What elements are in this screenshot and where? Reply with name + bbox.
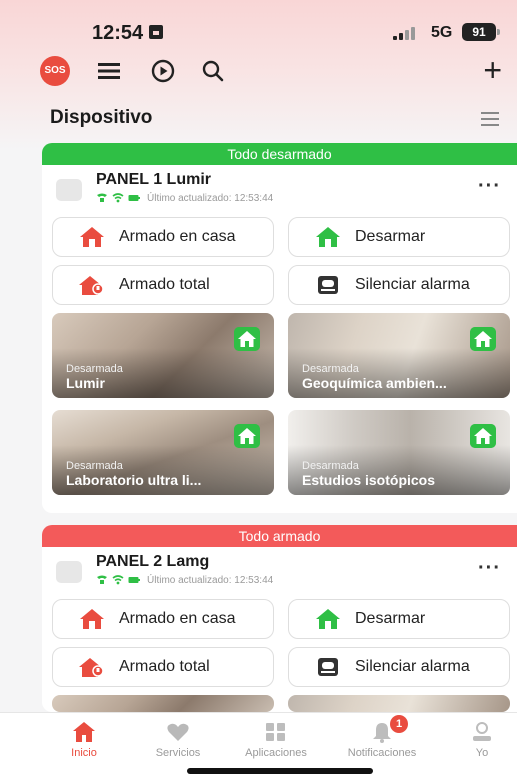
last-updated: Último actualizado: 12:53:44 xyxy=(147,574,274,586)
more-options-icon[interactable]: ··· xyxy=(478,557,501,580)
nav-notificaciones[interactable]: 1 Notificaciones xyxy=(332,715,432,765)
zone-card[interactable] xyxy=(52,695,274,712)
zone-name: Lumir xyxy=(66,375,105,391)
status-time: 12:54 xyxy=(92,22,144,44)
toolbar: SOS + xyxy=(0,52,517,88)
disarm-button[interactable]: Desarmar xyxy=(288,599,510,639)
status-bar: 12:54 5G 91 xyxy=(0,0,517,60)
zone-home-icon xyxy=(470,327,496,351)
battery-icon: 91 xyxy=(462,23,500,41)
silence-alarm-icon xyxy=(318,658,338,676)
zone-home-icon xyxy=(470,424,496,448)
panel-status-banner: Todo armado xyxy=(42,525,517,547)
zone-name: Geoquímica ambien... xyxy=(302,375,447,391)
panel-name: PANEL 1 Lumir xyxy=(96,171,211,188)
apps-icon xyxy=(266,723,285,741)
battery-status-icon xyxy=(128,195,140,201)
zone-card[interactable]: Desarmada Laboratorio ultra li... xyxy=(52,410,274,495)
full-arm-icon xyxy=(79,276,104,295)
last-updated: Último actualizado: 12:53:44 xyxy=(147,192,274,204)
signal-icon xyxy=(393,26,423,40)
disarm-home-icon xyxy=(316,609,340,629)
panel-header: PANEL 2 Lamg Último actualizado: 12:53:4… xyxy=(42,547,517,593)
zone-state: Desarmada xyxy=(66,460,123,472)
phone-line-icon xyxy=(97,193,107,202)
panel-name: PANEL 2 Lamg xyxy=(96,553,210,570)
zone-home-icon xyxy=(234,327,260,351)
calendar-icon xyxy=(149,25,163,39)
playback-icon[interactable] xyxy=(148,56,178,86)
zone-name: Estudios isotópicos xyxy=(302,472,436,488)
battery-status-icon xyxy=(128,577,140,583)
silence-alarm-icon xyxy=(318,276,338,294)
home-icon xyxy=(73,722,95,742)
panel-connection-status: Último actualizado: 12:53:44 xyxy=(96,191,273,205)
zone-home-icon xyxy=(234,424,260,448)
zone-card[interactable]: Desarmada Geoquímica ambien... xyxy=(288,313,510,398)
add-button[interactable]: + xyxy=(483,52,502,88)
network-type: 5G xyxy=(431,24,453,41)
panel-connection-status: Último actualizado: 12:53:44 xyxy=(96,573,273,587)
home-arm-button[interactable]: Armado en casa xyxy=(52,599,274,639)
nav-aplicaciones[interactable]: Aplicaciones xyxy=(226,719,326,765)
zone-state: Desarmada xyxy=(302,363,359,375)
section-title: Dispositivo xyxy=(50,107,153,128)
nav-yo[interactable]: Yo xyxy=(432,719,517,765)
silence-alarm-button[interactable]: Silenciar alarma xyxy=(288,265,510,305)
home-arm-icon xyxy=(80,227,104,247)
zone-card[interactable] xyxy=(288,695,510,712)
nav-inicio[interactable]: Inicio xyxy=(34,719,134,765)
zone-card[interactable]: Desarmada Estudios isotópicos xyxy=(288,410,510,495)
sos-button[interactable]: SOS xyxy=(40,56,70,86)
more-options-icon[interactable]: ··· xyxy=(478,175,501,198)
panel-card: Todo desarmado PANEL 1 Lumir Último actu… xyxy=(42,143,517,513)
zone-name: Laboratorio ultra li... xyxy=(66,472,202,488)
heart-icon xyxy=(167,723,189,741)
full-arm-button[interactable]: Armado total xyxy=(52,265,274,305)
home-arm-icon xyxy=(80,609,104,629)
disarm-home-icon xyxy=(316,227,340,247)
list-menu-icon[interactable] xyxy=(94,56,124,86)
zone-state: Desarmada xyxy=(302,460,359,472)
full-arm-button[interactable]: Armado total xyxy=(52,647,274,687)
search-icon[interactable] xyxy=(198,56,228,86)
section-menu-icon[interactable] xyxy=(481,112,499,126)
wifi-icon xyxy=(112,193,124,203)
zone-card[interactable]: Desarmada Lumir xyxy=(52,313,274,398)
full-arm-icon xyxy=(79,658,104,677)
panel-header: PANEL 1 Lumir Último actualizado: 12:53:… xyxy=(42,165,517,211)
panel-status-banner: Todo desarmado xyxy=(42,143,517,165)
disarm-button[interactable]: Desarmar xyxy=(288,217,510,257)
panel-checkbox[interactable] xyxy=(56,179,82,201)
panel-card: Todo armado PANEL 2 Lamg Último actualiz… xyxy=(42,525,517,712)
nav-servicios[interactable]: Servicios xyxy=(128,719,228,765)
panel-checkbox[interactable] xyxy=(56,561,82,583)
home-indicator xyxy=(187,768,373,774)
silence-alarm-button[interactable]: Silenciar alarma xyxy=(288,647,510,687)
home-arm-button[interactable]: Armado en casa xyxy=(52,217,274,257)
phone-line-icon xyxy=(97,575,107,584)
zone-state: Desarmada xyxy=(66,363,123,375)
wifi-icon xyxy=(112,575,124,585)
person-icon xyxy=(473,722,491,741)
notification-badge: 1 xyxy=(390,715,408,733)
